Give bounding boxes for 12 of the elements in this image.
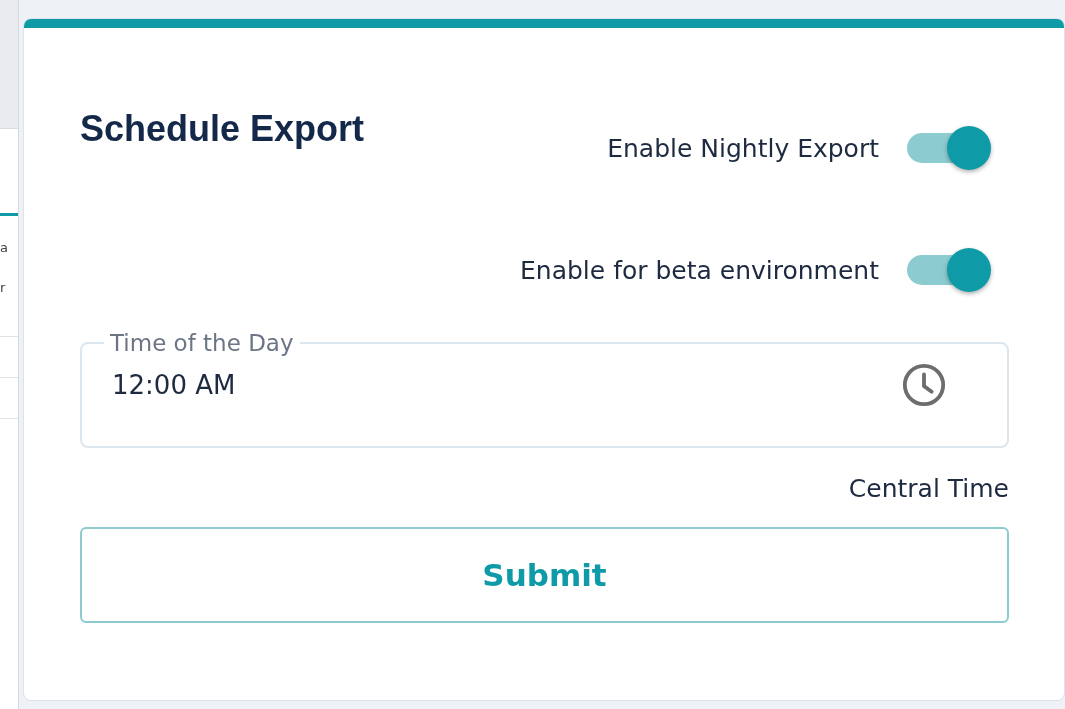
time-field[interactable]: Time of the Day 12:00 AM bbox=[80, 330, 1009, 448]
field-label: Time of the Day bbox=[109, 330, 295, 356]
cut-text: a bbox=[0, 240, 9, 256]
dialog-title: Schedule Export bbox=[80, 108, 365, 151]
timezone-label: Central Time bbox=[848, 474, 1009, 503]
clock-icon[interactable] bbox=[901, 362, 947, 408]
toggle-label: Enable for beta environment bbox=[520, 255, 879, 285]
toggle-label: Enable Nightly Export bbox=[607, 133, 879, 163]
cut-text: r bbox=[0, 280, 7, 296]
toggle-switch[interactable] bbox=[905, 126, 991, 170]
toggle-switch[interactable] bbox=[905, 248, 991, 292]
time-input[interactable]: 12:00 AM bbox=[112, 370, 512, 400]
